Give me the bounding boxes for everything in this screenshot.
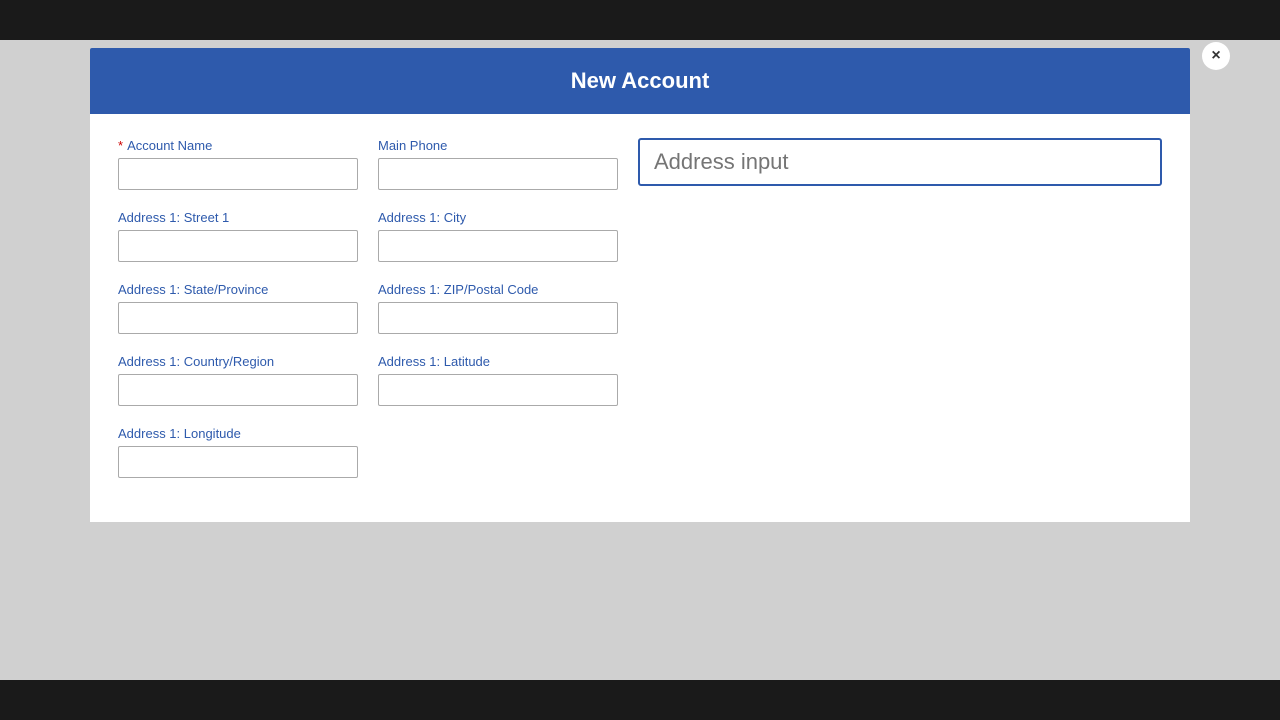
- state-input[interactable]: [118, 302, 358, 334]
- zip-group: Address 1: ZIP/Postal Code: [378, 282, 618, 334]
- latitude-input[interactable]: [378, 374, 618, 406]
- zip-input[interactable]: [378, 302, 618, 334]
- required-star: *: [118, 138, 123, 153]
- top-bar: [0, 0, 1280, 40]
- modal: New Account × * Account Name Main Phone: [90, 48, 1190, 522]
- bottom-bar: [0, 680, 1280, 720]
- longitude-group: Address 1: Longitude: [118, 426, 358, 478]
- main-phone-label: Main Phone: [378, 138, 618, 153]
- longitude-label: Address 1: Longitude: [118, 426, 358, 441]
- account-name-label: Account Name: [127, 138, 212, 153]
- account-name-group: * Account Name: [118, 138, 358, 190]
- street1-label: Address 1: Street 1: [118, 210, 358, 225]
- latitude-label: Address 1: Latitude: [378, 354, 618, 369]
- state-group: Address 1: State/Province: [118, 282, 358, 334]
- city-label: Address 1: City: [378, 210, 618, 225]
- modal-body: * Account Name Main Phone Address 1: Str…: [90, 114, 1190, 522]
- form-row-2: Address 1: Street 1 Address 1: City: [118, 210, 1162, 262]
- account-name-input[interactable]: [118, 158, 358, 190]
- modal-title: New Account: [571, 68, 710, 93]
- zip-label: Address 1: ZIP/Postal Code: [378, 282, 618, 297]
- longitude-input[interactable]: [118, 446, 358, 478]
- close-button[interactable]: ×: [1202, 42, 1230, 70]
- country-group: Address 1: Country/Region: [118, 354, 358, 406]
- address-input-group: [638, 138, 1162, 186]
- form-row-4: Address 1: Country/Region Address 1: Lat…: [118, 354, 1162, 406]
- main-phone-group: Main Phone: [378, 138, 618, 190]
- street1-input[interactable]: [118, 230, 358, 262]
- close-icon: ×: [1211, 47, 1220, 65]
- form-row-3: Address 1: State/Province Address 1: ZIP…: [118, 282, 1162, 334]
- city-group: Address 1: City: [378, 210, 618, 262]
- modal-header: New Account ×: [90, 48, 1190, 114]
- city-input[interactable]: [378, 230, 618, 262]
- street1-group: Address 1: Street 1: [118, 210, 358, 262]
- form-row-1: * Account Name Main Phone: [118, 138, 1162, 190]
- country-label: Address 1: Country/Region: [118, 354, 358, 369]
- address-input[interactable]: [638, 138, 1162, 186]
- modal-wrapper: New Account × * Account Name Main Phone: [0, 40, 1280, 680]
- country-input[interactable]: [118, 374, 358, 406]
- form-row-5: Address 1: Longitude: [118, 426, 1162, 478]
- main-phone-input[interactable]: [378, 158, 618, 190]
- state-label: Address 1: State/Province: [118, 282, 358, 297]
- latitude-group: Address 1: Latitude: [378, 354, 618, 406]
